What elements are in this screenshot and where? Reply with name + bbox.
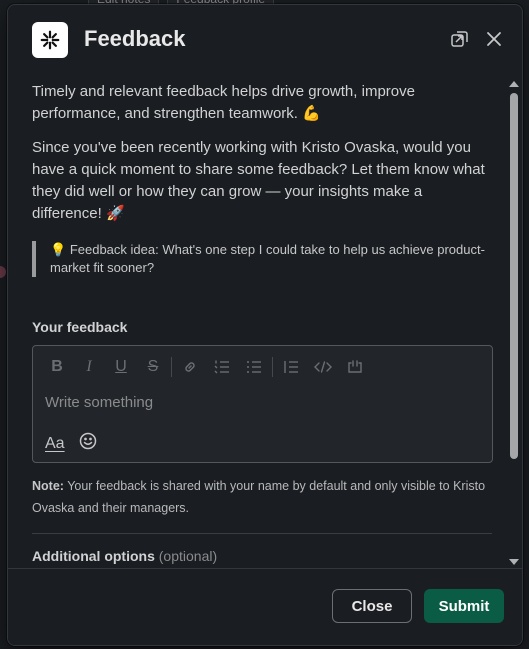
rocket-emoji: 🚀 [105,205,125,222]
feedback-idea-text: Feedback idea: What's one step I could t… [50,242,485,275]
text-format-button[interactable]: Aa [45,435,65,453]
bulleted-list-icon [247,361,261,373]
scroll-down-arrow[interactable] [509,559,519,565]
emoji-button[interactable] [79,432,97,455]
close-icon [487,32,501,46]
link-icon [185,362,195,372]
scrollbar[interactable] [506,77,522,569]
link-button[interactable] [174,356,206,378]
editor-footer: Aa [45,432,97,455]
feedback-idea-quote: 💡 Feedback idea: What's one step I could… [32,241,492,277]
code-button[interactable] [307,356,339,378]
background-avatar-edge [0,266,6,278]
feedback-modal: Feedback Timely and relevant feedback he… [7,4,523,646]
intro-text-body: Timely and relevant feedback helps drive… [32,83,415,122]
feedback-input[interactable] [45,394,475,411]
request-text: Since you've been recently working with … [32,137,492,225]
modal-content: Timely and relevant feedback helps drive… [32,81,493,564]
toolbar-divider [171,357,172,377]
flexed-biceps-emoji: 💪 [302,105,321,122]
blockquote-button[interactable] [275,356,307,378]
note-text: Your feedback is shared with your name b… [32,479,486,515]
optional-label: (optional) [158,548,218,564]
additional-options-toggle[interactable]: Additional options (optional) [32,548,492,564]
open-in-window-button[interactable] [448,27,472,51]
app-logo [32,22,68,58]
strikethrough-icon: S [147,358,159,375]
submit-button[interactable]: Submit [424,589,504,623]
numbered-list-button[interactable] [206,356,238,378]
section-divider [32,533,492,534]
underline-button[interactable]: U [105,356,137,378]
italic-icon: I [86,358,92,375]
intro-text: Timely and relevant feedback helps drive… [32,81,492,125]
italic-button[interactable]: I [73,356,105,378]
feedback-editor[interactable]: B I U S Write something Aa [32,345,493,463]
note-label: Note: [32,479,64,493]
your-feedback-label: Your feedback [32,319,128,335]
strikethrough-button[interactable]: S [137,356,169,378]
starburst-icon [40,30,60,50]
smiley-icon [79,432,96,450]
code-icon [314,361,332,373]
modal-footer: Close Submit [8,568,522,645]
blockquote-icon [284,361,298,373]
formatting-toolbar: B I U S [41,356,371,378]
modal-header: Feedback [8,5,522,73]
modal-title: Feedback [84,26,186,51]
request-text-body: Since you've been recently working with … [32,139,485,222]
open-in-window-icon [451,31,468,47]
numbered-list-icon [214,360,229,374]
bold-icon: B [51,358,63,375]
code-block-button[interactable] [339,356,371,378]
bold-button[interactable]: B [41,356,73,378]
scrollbar-thumb[interactable] [510,93,518,459]
toolbar-divider [272,357,273,377]
light-bulb-emoji: 💡 [50,242,67,257]
scroll-up-arrow[interactable] [509,81,519,87]
close-modal-button[interactable] [482,27,506,51]
close-button[interactable]: Close [332,589,412,623]
code-block-icon [348,360,362,373]
underline-icon: U [115,358,127,375]
modal-body[interactable]: Timely and relevant feedback helps drive… [8,73,522,569]
bulleted-list-button[interactable] [238,356,270,378]
privacy-note: Note: Your feedback is shared with your … [32,475,492,519]
additional-options-label: Additional options [32,548,155,564]
